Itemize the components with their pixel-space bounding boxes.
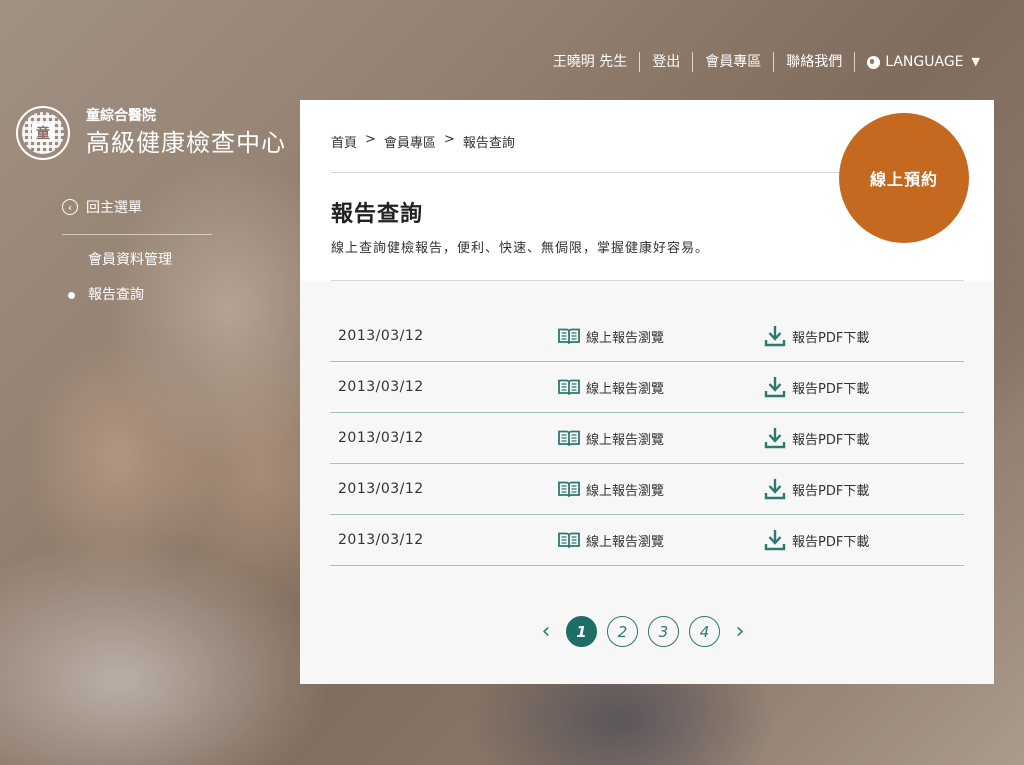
view-report-link[interactable]: 線上報告瀏覽 <box>558 429 764 448</box>
report-date: 2013/03/12 <box>338 430 424 446</box>
back-to-main-menu[interactable]: ‹ 回主選單 <box>62 196 212 218</box>
breadcrumb-separator: > <box>365 132 376 147</box>
emblem-character: 童 <box>32 124 54 142</box>
globe-icon <box>867 55 881 69</box>
download-icon <box>764 530 786 551</box>
side-menu: ‹ 回主選單 會員資料管理 報告查詢 <box>62 196 212 319</box>
download-icon <box>764 479 786 500</box>
table-row: 2013/03/12 線上報告瀏覽 報告PDF下載 <box>330 413 964 464</box>
breadcrumb-current: 報告查詢 <box>462 136 515 151</box>
page-3-button[interactable]: 3 <box>648 616 679 647</box>
page-title: 報告查詢 <box>331 202 424 227</box>
view-report-label: 線上報告瀏覽 <box>586 432 665 448</box>
report-date: 2013/03/12 <box>338 328 424 344</box>
open-book-icon <box>558 379 580 395</box>
chevron-left-circle-icon: ‹ <box>62 199 78 215</box>
open-book-icon <box>558 430 580 446</box>
back-label: 回主選單 <box>86 200 142 216</box>
table-row: 2013/03/12 線上報告瀏覽 報告PDF下載 <box>330 362 964 413</box>
table-row: 2013/03/12 線上報告瀏覽 報告PDF下載 <box>330 464 964 515</box>
download-pdf-link[interactable]: 報告PDF下載 <box>764 376 869 398</box>
contact-link[interactable]: 聯絡我們 <box>774 50 854 74</box>
page-4-button[interactable]: 4 <box>689 616 720 647</box>
top-nav: 王曉明 先生 登出 會員專區 聯絡我們 LANGUAGE ▼ <box>541 50 980 74</box>
site-logo[interactable]: 童 童綜合醫院 高級健康檢查中心 <box>16 106 286 160</box>
download-icon <box>764 428 786 449</box>
hospital-emblem-icon: 童 <box>16 106 70 160</box>
open-book-icon <box>558 532 580 548</box>
caret-down-icon: ▼ <box>971 55 980 68</box>
download-pdf-link[interactable]: 報告PDF下載 <box>764 427 869 449</box>
center-name: 高級健康檢查中心 <box>86 129 286 157</box>
user-name[interactable]: 王曉明 先生 <box>541 50 639 74</box>
sidebar-item-member-profile[interactable]: 會員資料管理 <box>62 249 212 271</box>
table-row: 2013/03/12 線上報告瀏覽 報告PDF下載 <box>330 515 964 566</box>
report-date: 2013/03/12 <box>338 532 424 548</box>
download-pdf-label: 報告PDF下載 <box>792 483 870 499</box>
breadcrumb-member-area[interactable]: 會員專區 <box>384 132 436 151</box>
view-report-label: 線上報告瀏覽 <box>586 534 665 550</box>
report-table: 2013/03/12 線上報告瀏覽 報告PDF下載 2013/03/12 線上報… <box>330 311 964 566</box>
online-booking-button[interactable]: 線上預約 <box>839 113 969 243</box>
download-pdf-link[interactable]: 報告PDF下載 <box>764 478 869 500</box>
download-pdf-link[interactable]: 報告PDF下載 <box>764 325 869 347</box>
member-area-link[interactable]: 會員專區 <box>693 50 773 74</box>
view-report-link[interactable]: 線上報告瀏覽 <box>558 531 764 550</box>
divider <box>331 280 964 281</box>
sidebar-item-report-query[interactable]: 報告查詢 <box>62 284 212 306</box>
page-2-button[interactable]: 2 <box>607 616 638 647</box>
view-report-label: 線上報告瀏覽 <box>586 381 665 397</box>
view-report-label: 線上報告瀏覽 <box>586 330 665 346</box>
view-report-link[interactable]: 線上報告瀏覽 <box>558 378 764 397</box>
download-pdf-link[interactable]: 報告PDF下載 <box>764 529 869 551</box>
open-book-icon <box>558 328 580 344</box>
breadcrumb: 首頁 > 會員專區 > 報告查詢 <box>331 132 515 151</box>
breadcrumb-separator: > <box>443 132 455 147</box>
download-pdf-label: 報告PDF下載 <box>792 534 870 550</box>
prev-page-button[interactable]: ‹ <box>536 617 556 647</box>
language-dropdown[interactable]: LANGUAGE ▼ <box>855 50 980 74</box>
page-description: 線上查詢健檢報告，便利、快速、無侷限，掌握健康好容易。 <box>331 241 710 256</box>
download-icon <box>764 326 786 347</box>
view-report-link[interactable]: 線上報告瀏覽 <box>558 327 764 346</box>
breadcrumb-home[interactable]: 首頁 <box>331 132 357 151</box>
table-row: 2013/03/12 線上報告瀏覽 報告PDF下載 <box>330 311 964 362</box>
side-divider <box>62 234 212 235</box>
logout-link[interactable]: 登出 <box>640 50 692 74</box>
report-date: 2013/03/12 <box>338 481 424 497</box>
open-book-icon <box>558 481 580 497</box>
pagination: ‹ 1 2 3 4 › <box>536 616 750 647</box>
download-pdf-label: 報告PDF下載 <box>792 330 870 346</box>
download-icon <box>764 377 786 398</box>
download-pdf-label: 報告PDF下載 <box>792 381 870 397</box>
view-report-link[interactable]: 線上報告瀏覽 <box>558 480 764 499</box>
download-pdf-label: 報告PDF下載 <box>792 432 870 448</box>
hospital-name: 童綜合醫院 <box>86 108 156 124</box>
next-page-button[interactable]: › <box>730 617 750 647</box>
view-report-label: 線上報告瀏覽 <box>586 483 665 499</box>
language-label: LANGUAGE <box>885 54 964 70</box>
report-date: 2013/03/12 <box>338 379 424 395</box>
page-1-button[interactable]: 1 <box>566 616 597 647</box>
